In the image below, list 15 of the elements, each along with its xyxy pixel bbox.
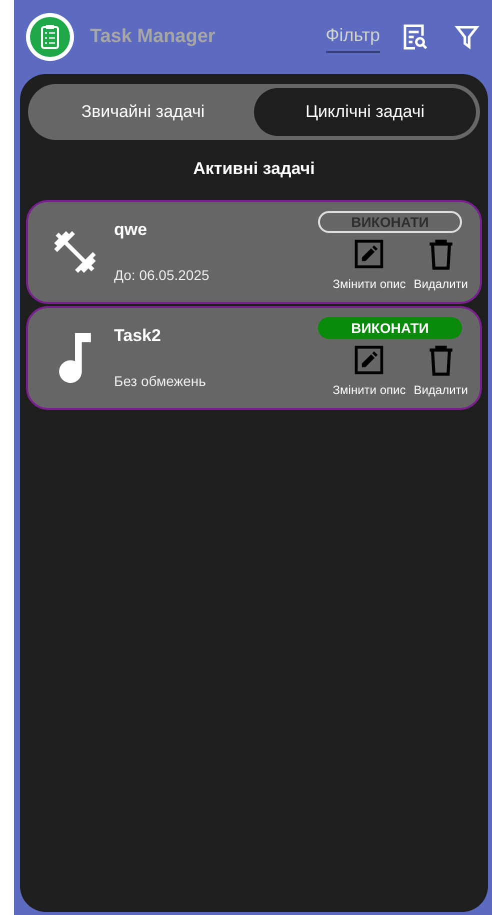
task-title: Task2	[114, 325, 162, 348]
complete-button[interactable]: ВИКОНАТИ	[318, 316, 462, 338]
edit-button[interactable]: Змінити опис	[332, 342, 406, 398]
tab[interactable]: Звичайні задачі	[32, 88, 254, 136]
tab[interactable]: Циклічні задачі	[254, 88, 476, 136]
delete-button[interactable]: Видалити	[414, 342, 468, 398]
task-card[interactable]: Task2 Без обмежень ВИКОНАТИ Змінити опис Видалити	[26, 306, 482, 410]
task-deadline: Без обмежень	[114, 372, 207, 391]
music-note-icon	[57, 332, 93, 382]
app-title: Task Manager	[90, 24, 216, 49]
task-deadline: До: 06.05.2025	[114, 266, 210, 285]
filter-icon[interactable]	[454, 23, 480, 51]
section-title: Активні задачі	[192, 158, 316, 180]
task-title: qwe	[114, 219, 148, 242]
filter-link[interactable]: Фільтр	[326, 22, 380, 52]
